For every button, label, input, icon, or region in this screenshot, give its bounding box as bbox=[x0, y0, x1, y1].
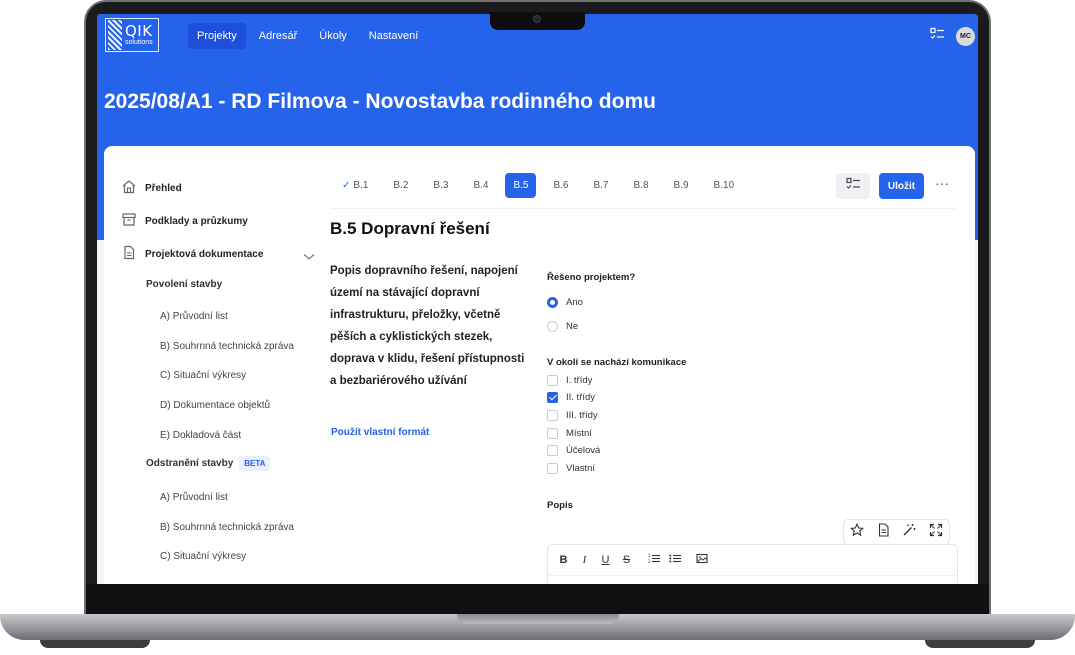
nav-projekty[interactable]: Projekty bbox=[188, 23, 246, 49]
editor-toolbar: B I U S 12 bbox=[548, 545, 957, 576]
logo-mark-icon bbox=[108, 20, 122, 50]
ordered-list-icon[interactable]: 12 bbox=[648, 553, 660, 567]
checkbox[interactable] bbox=[547, 410, 558, 421]
sidebar-item-odstraneni-stavby[interactable]: Odstranění stavby BETA bbox=[146, 456, 271, 471]
more-menu-icon[interactable]: ··· bbox=[935, 175, 949, 191]
nav-ukoly[interactable]: Úkoly bbox=[310, 23, 356, 49]
tab-b10[interactable]: B.10 bbox=[706, 173, 743, 198]
section-tabs: ✓ B.1 B.2 B.3 B.4 B.5 B.6 B.7 B.8 B.9 B.1… bbox=[334, 173, 751, 198]
document-icon[interactable] bbox=[877, 522, 890, 542]
sidebar-item-souhrnna-zprava-2[interactable]: B) Souhrnná technická zpráva bbox=[160, 522, 294, 533]
screen: QIK solutions Projekty Adresář Úkoly Nas… bbox=[97, 14, 978, 584]
checklist-button[interactable] bbox=[836, 173, 870, 199]
home-icon bbox=[121, 179, 137, 197]
radio-selected[interactable] bbox=[547, 297, 558, 308]
tab-b7[interactable]: B.7 bbox=[585, 173, 616, 198]
sidebar-item-prehled[interactable]: Přehled bbox=[121, 179, 182, 197]
fullscreen-icon[interactable] bbox=[929, 523, 943, 542]
top-nav: Projekty Adresář Úkoly Nastavení bbox=[188, 23, 427, 49]
underline-button[interactable]: U bbox=[600, 554, 611, 566]
tab-b9[interactable]: B.9 bbox=[666, 173, 697, 198]
archive-icon bbox=[121, 212, 137, 230]
sidebar-item-pruvodni-list[interactable]: A) Průvodní list bbox=[160, 311, 228, 322]
sidebar-item-label: Odstranění stavby bbox=[146, 458, 234, 469]
sidebar-item-label: Podklady a průzkumy bbox=[145, 215, 248, 227]
sidebar-item-situacni-vykresy-2[interactable]: C) Situační výkresy bbox=[160, 551, 246, 562]
sidebar-item-pruvodni-list-2[interactable]: A) Průvodní list bbox=[160, 492, 228, 503]
editor-actions bbox=[843, 519, 950, 545]
sidebar-item-projektova-dokumentace[interactable]: Projektová dokumentace bbox=[121, 245, 263, 263]
image-icon[interactable] bbox=[696, 553, 708, 567]
checkbox[interactable] bbox=[547, 375, 558, 386]
checkbox-ucelova[interactable]: Účelová bbox=[547, 445, 600, 456]
checkbox-iii-tridy[interactable]: III. třídy bbox=[547, 410, 598, 421]
nav-nastaveni[interactable]: Nastavení bbox=[360, 23, 428, 49]
sidebar-item-label: Přehled bbox=[145, 182, 182, 194]
checkbox[interactable] bbox=[547, 463, 558, 474]
bullet-list-icon[interactable] bbox=[669, 553, 681, 567]
logo-subtext: solutions bbox=[125, 39, 153, 46]
tab-b4[interactable]: B.4 bbox=[465, 173, 496, 198]
sidebar-item-povoleni-stavby[interactable]: Povolení stavby bbox=[146, 279, 222, 290]
svg-text:1: 1 bbox=[648, 553, 651, 558]
laptop-foot-left bbox=[40, 640, 150, 648]
strikethrough-button[interactable]: S bbox=[621, 554, 632, 566]
checkbox-i-tridy[interactable]: I. třídy bbox=[547, 375, 592, 386]
checkbox[interactable] bbox=[547, 428, 558, 439]
nav-adresar[interactable]: Adresář bbox=[250, 23, 307, 49]
sidebar-item-souhrnna-zprava[interactable]: B) Souhrnná technická zpráva bbox=[160, 341, 294, 352]
checkbox[interactable] bbox=[547, 445, 558, 456]
chevron-down-icon[interactable] bbox=[303, 248, 315, 266]
divider bbox=[331, 208, 956, 209]
star-icon[interactable] bbox=[850, 522, 865, 542]
custom-format-link[interactable]: Použít vlastní formát bbox=[331, 427, 429, 438]
section-description: Popis dopravního řešení, napojení území … bbox=[330, 265, 525, 387]
sidebar-item-label: Projektová dokumentace bbox=[145, 248, 264, 260]
svg-text:2: 2 bbox=[648, 559, 651, 564]
radio-ne[interactable]: Ne bbox=[547, 321, 578, 332]
laptop-bezel bbox=[86, 584, 989, 614]
sidebar-item-podklady[interactable]: Podklady a průzkumy bbox=[121, 212, 248, 230]
magic-wand-icon[interactable] bbox=[902, 523, 916, 542]
checklist-icon bbox=[845, 177, 861, 196]
tab-b6[interactable]: B.6 bbox=[545, 173, 576, 198]
check-icon: ✓ bbox=[342, 180, 351, 191]
bold-button[interactable]: B bbox=[558, 554, 569, 566]
description-label: Popis bbox=[547, 500, 573, 511]
sidebar-item-dokladova-cast[interactable]: E) Dokladová část bbox=[160, 430, 241, 441]
document-icon bbox=[121, 245, 137, 263]
save-button[interactable]: Uložit bbox=[879, 173, 924, 199]
tab-b8[interactable]: B.8 bbox=[626, 173, 657, 198]
sidebar-item-dokumentace-objektu[interactable]: D) Dokumentace objektů bbox=[160, 400, 270, 411]
question-label: Řešeno projektem? bbox=[547, 272, 636, 283]
italic-button[interactable]: I bbox=[579, 554, 590, 566]
camera-icon bbox=[533, 15, 541, 23]
checkbox-mistni[interactable]: Místní bbox=[547, 428, 592, 439]
tab-b5[interactable]: B.5 bbox=[505, 173, 537, 198]
beta-badge: BETA bbox=[239, 456, 271, 471]
checkbox-checked[interactable] bbox=[547, 392, 558, 403]
laptop-base-notch bbox=[457, 614, 619, 624]
tasks-list-icon[interactable] bbox=[930, 27, 945, 46]
logo-text: QIK bbox=[125, 22, 153, 40]
laptop-foot-right bbox=[925, 640, 1035, 648]
radio-unselected[interactable] bbox=[547, 321, 558, 332]
rich-text-editor[interactable]: B I U S 12 bbox=[547, 544, 958, 584]
checkbox-ii-tridy[interactable]: II. třídy bbox=[547, 392, 595, 403]
page-title: 2025/08/A1 - RD Filmova - Novostavba rod… bbox=[104, 90, 656, 113]
sidebar-item-situacni-vykresy[interactable]: C) Situační výkresy bbox=[160, 370, 246, 381]
tab-b3[interactable]: B.3 bbox=[425, 173, 456, 198]
main-card: Přehled Podklady a průzkumy Projektová d… bbox=[104, 146, 975, 584]
checkbox-vlastni[interactable]: Vlastní bbox=[547, 463, 595, 474]
user-avatar[interactable]: MC bbox=[956, 27, 975, 46]
radio-ano[interactable]: Ano bbox=[547, 297, 583, 308]
tab-b2[interactable]: B.2 bbox=[385, 173, 416, 198]
logo[interactable]: QIK solutions bbox=[105, 18, 159, 52]
question-label: V okolí se nachází komunikace bbox=[547, 357, 687, 368]
tab-b1[interactable]: ✓ B.1 bbox=[334, 173, 376, 198]
section-title: B.5 Dopravní řešení bbox=[330, 219, 490, 238]
